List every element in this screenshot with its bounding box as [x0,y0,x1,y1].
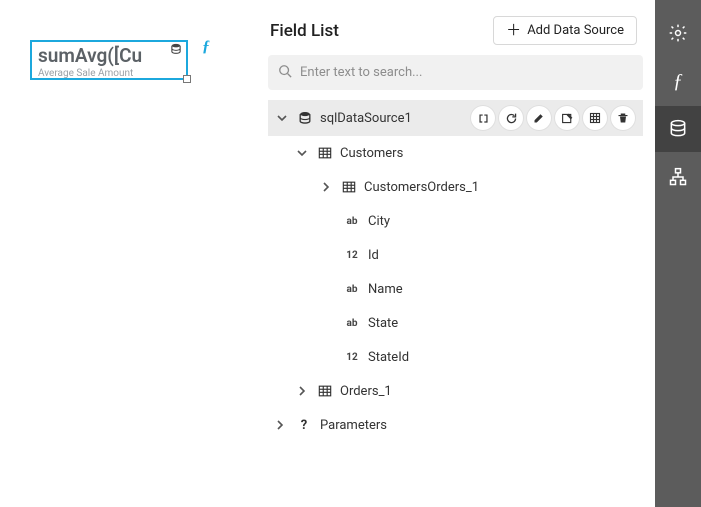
add-data-source-label: Add Data Source [527,23,624,38]
chevron-down-icon[interactable] [296,147,310,159]
search-input[interactable] [300,65,633,80]
fx-icon: ƒ [202,38,210,56]
field-label: Name [368,282,637,297]
chevron-right-icon[interactable] [320,181,334,193]
export-button[interactable] [555,106,579,130]
table-node-customers-orders[interactable]: CustomersOrders_1 [268,170,643,204]
field-node[interactable]: 12 Id [268,238,643,272]
refresh-button[interactable] [499,106,523,130]
panel-title: Field List [270,21,339,41]
table-icon [318,384,332,398]
chevron-right-icon[interactable] [296,385,310,397]
type-badge-text: ab [344,284,360,295]
field-node[interactable]: ab City [268,204,643,238]
table-node-customers[interactable]: Customers [268,136,643,170]
field-list-panel: Field List ＋ Add Data Source sqlDataSo [250,0,655,507]
table-icon [342,180,356,194]
field-node[interactable]: 12 StateId [268,340,643,374]
chevron-down-icon[interactable] [276,112,290,124]
search-icon [278,63,292,82]
type-badge-number: 12 [344,352,360,363]
selected-element[interactable]: ƒ sumAvg([Cu Average Sale Amount [30,40,188,80]
field-tree: sqlDataSource1 [268,100,643,495]
field-label: City [368,214,637,229]
rename-button[interactable] [471,106,495,130]
settings-tab[interactable] [655,10,701,56]
element-expression: sumAvg([Cu [38,44,180,67]
hierarchy-tab[interactable] [655,154,701,200]
data-source-node[interactable]: sqlDataSource1 [268,100,643,136]
resize-handle[interactable] [183,75,191,83]
field-label: State [368,316,637,331]
table-label: Customers [340,146,637,161]
field-label: StateId [368,350,637,365]
parameters-node[interactable]: ? Parameters [268,408,643,442]
table-icon [318,146,332,160]
edit-button[interactable] [527,106,551,130]
table-label: CustomersOrders_1 [364,180,637,195]
field-label: Id [368,248,637,263]
fx-icon: ƒ [673,70,683,93]
type-badge-text: ab [344,216,360,227]
add-data-source-button[interactable]: ＋ Add Data Source [493,16,637,45]
data-sources-tab[interactable] [655,106,701,152]
design-canvas[interactable]: ƒ sumAvg([Cu Average Sale Amount [0,0,250,507]
chevron-right-icon[interactable] [274,419,288,431]
plus-icon: ＋ [506,23,521,38]
field-node[interactable]: ab State [268,306,643,340]
right-sidebar: ƒ [655,0,701,507]
database-icon [170,40,184,52]
field-node[interactable]: ab Name [268,272,643,306]
table-node-orders[interactable]: Orders_1 [268,374,643,408]
parameters-label: Parameters [320,418,637,433]
search-box[interactable] [268,55,643,90]
element-subtitle: Average Sale Amount [38,68,180,79]
type-badge-number: 12 [344,250,360,261]
data-source-label: sqlDataSource1 [320,111,463,126]
question-icon: ? [296,418,312,433]
type-badge-text: ab [344,318,360,329]
grid-button[interactable] [583,106,607,130]
table-label: Orders_1 [340,384,637,399]
delete-button[interactable] [611,106,635,130]
database-icon [298,111,312,125]
expressions-tab[interactable]: ƒ [655,58,701,104]
